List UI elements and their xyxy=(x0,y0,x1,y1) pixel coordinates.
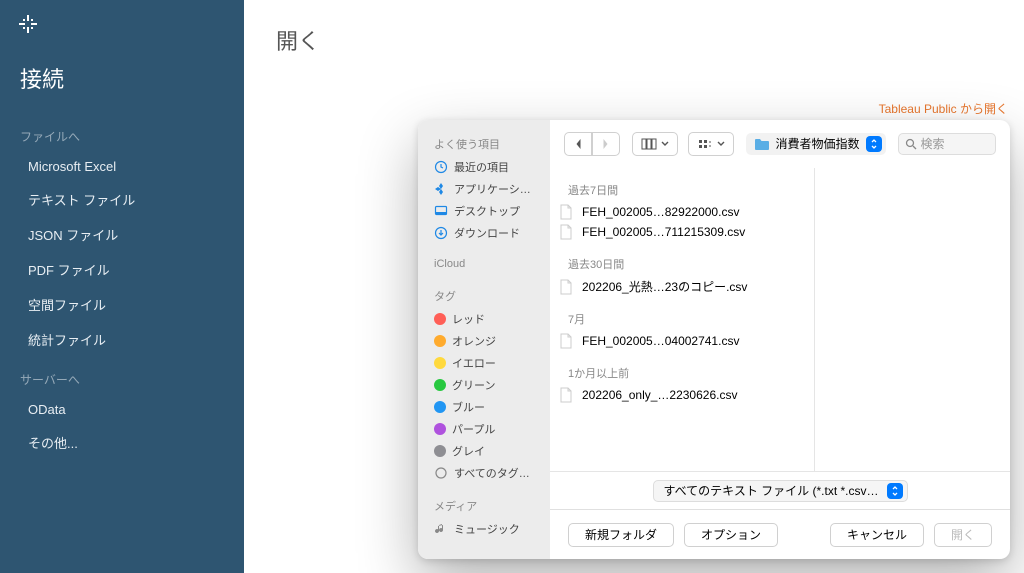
file-type-filter[interactable]: すべてのテキスト ファイル (*.txt *.csv… xyxy=(653,480,908,502)
favorites-recent-label: 最近の項目 xyxy=(454,159,509,175)
nav-item-text[interactable]: テキスト ファイル xyxy=(0,182,244,217)
app-sidebar: 接続 ファイルへ Microsoft Excel テキスト ファイル JSON … xyxy=(0,0,244,573)
view-controls xyxy=(632,132,734,156)
cancel-button[interactable]: キャンセル xyxy=(830,523,924,547)
nav-item-pdf[interactable]: PDF ファイル xyxy=(0,252,244,287)
file-icon xyxy=(558,204,574,220)
nav-buttons xyxy=(564,132,620,156)
favorites-apps[interactable]: アプリケーシ… xyxy=(426,178,542,200)
tag-dot-blue-icon xyxy=(434,401,446,413)
location-label: 消費者物価指数 xyxy=(776,135,860,152)
icloud-label: iCloud xyxy=(426,254,542,274)
stepper-icon xyxy=(866,136,882,152)
file-list: 過去7日間 FEH_002005…82922000.csv FEH_002005… xyxy=(550,168,815,471)
search-input[interactable]: 検索 xyxy=(898,133,996,155)
nav-item-excel[interactable]: Microsoft Excel xyxy=(0,151,244,182)
section-servers-label: サーバーへ xyxy=(0,357,244,394)
main-title: 開く xyxy=(276,24,992,56)
tag-all-icon xyxy=(434,466,448,480)
nav-item-other[interactable]: その他... xyxy=(0,425,244,460)
file-row[interactable]: 202206_光熱…23のコピー.csv xyxy=(550,276,814,297)
tag-yellow[interactable]: イエロー xyxy=(426,352,542,374)
stepper-icon xyxy=(887,483,903,499)
apps-icon xyxy=(434,182,448,196)
app-title: 接続 xyxy=(0,48,244,114)
group-label: 過去7日間 xyxy=(550,168,814,202)
group-label: 1か月以上前 xyxy=(550,351,814,385)
file-icon xyxy=(558,279,574,295)
main-header: 開く xyxy=(244,0,1024,68)
tag-blue[interactable]: ブルー xyxy=(426,396,542,418)
finder-main: 消費者物価指数 検索 過去7日間 FEH_002005…82922000.csv… xyxy=(550,120,1010,559)
favorites-desktop-label: デスクトップ xyxy=(454,203,520,219)
media-label: メディア xyxy=(426,494,542,518)
search-icon xyxy=(905,138,917,150)
file-row[interactable]: FEH_002005…04002741.csv xyxy=(550,331,814,351)
finder-toolbar: 消費者物価指数 検索 xyxy=(550,120,1010,168)
back-button[interactable] xyxy=(564,132,592,156)
filter-label: すべてのテキスト ファイル (*.txt *.csv… xyxy=(664,482,879,499)
media-music[interactable]: ミュージック xyxy=(426,518,542,540)
file-icon xyxy=(558,333,574,349)
app-logo xyxy=(0,0,244,48)
tag-orange[interactable]: オレンジ xyxy=(426,330,542,352)
tag-green[interactable]: グリーン xyxy=(426,374,542,396)
open-button[interactable]: 開く xyxy=(934,523,992,547)
favorites-downloads-label: ダウンロード xyxy=(454,225,520,241)
favorites-downloads[interactable]: ダウンロード xyxy=(426,222,542,244)
downloads-icon xyxy=(434,226,448,240)
finder-footer: 新規フォルダ オプション キャンセル 開く xyxy=(550,509,1010,559)
favorites-recent[interactable]: 最近の項目 xyxy=(426,156,542,178)
tag-purple[interactable]: パープル xyxy=(426,418,542,440)
file-open-dialog: よく使う項目 最近の項目 アプリケーシ… デスクトップ ダウンロード iClou… xyxy=(418,120,1010,559)
music-icon xyxy=(434,522,448,536)
file-row[interactable]: FEH_002005…82922000.csv xyxy=(550,202,814,222)
search-placeholder: 検索 xyxy=(921,135,945,152)
favorites-label: よく使う項目 xyxy=(426,132,542,156)
nav-item-odata[interactable]: OData xyxy=(0,394,244,425)
tag-dot-orange-icon xyxy=(434,335,446,347)
tag-dot-purple-icon xyxy=(434,423,446,435)
nav-item-spatial[interactable]: 空間ファイル xyxy=(0,287,244,322)
view-columns-button[interactable] xyxy=(632,132,678,156)
clock-icon xyxy=(434,160,448,174)
tag-red[interactable]: レッド xyxy=(426,308,542,330)
tag-all[interactable]: すべてのタグ… xyxy=(426,462,542,484)
main-area: 開く Tableau Public から開く よく使う項目 最近の項目 アプリケ… xyxy=(244,0,1024,573)
finder-content: 過去7日間 FEH_002005…82922000.csv FEH_002005… xyxy=(550,168,1010,471)
tag-dot-yellow-icon xyxy=(434,357,446,369)
group-label: 7月 xyxy=(550,297,814,331)
desktop-icon xyxy=(434,204,448,218)
favorites-apps-label: アプリケーシ… xyxy=(454,181,531,197)
location-select[interactable]: 消費者物価指数 xyxy=(746,133,886,155)
forward-button[interactable] xyxy=(592,132,620,156)
preview-pane xyxy=(815,168,1010,471)
tag-dot-gray-icon xyxy=(434,445,446,457)
section-files-label: ファイルへ xyxy=(0,114,244,151)
tag-dot-green-icon xyxy=(434,379,446,391)
file-icon xyxy=(558,387,574,403)
tag-gray[interactable]: グレイ xyxy=(426,440,542,462)
file-row[interactable]: FEH_002005…711215309.csv xyxy=(550,222,814,242)
view-group-button[interactable] xyxy=(688,132,734,156)
nav-item-stats[interactable]: 統計ファイル xyxy=(0,322,244,357)
tag-dot-red-icon xyxy=(434,313,446,325)
nav-item-json[interactable]: JSON ファイル xyxy=(0,217,244,252)
options-button[interactable]: オプション xyxy=(684,523,778,547)
folder-icon xyxy=(754,137,770,151)
file-row[interactable]: 202206_only_…2230626.csv xyxy=(550,385,814,405)
finder-sidebar: よく使う項目 最近の項目 アプリケーシ… デスクトップ ダウンロード iClou… xyxy=(418,120,550,559)
favorites-desktop[interactable]: デスクトップ xyxy=(426,200,542,222)
new-folder-button[interactable]: 新規フォルダ xyxy=(568,523,674,547)
tags-label: タグ xyxy=(426,284,542,308)
group-label: 過去30日間 xyxy=(550,242,814,276)
file-icon xyxy=(558,224,574,240)
type-filter-bar: すべてのテキスト ファイル (*.txt *.csv… xyxy=(550,471,1010,509)
tableau-public-link[interactable]: Tableau Public から開く xyxy=(879,100,1008,117)
